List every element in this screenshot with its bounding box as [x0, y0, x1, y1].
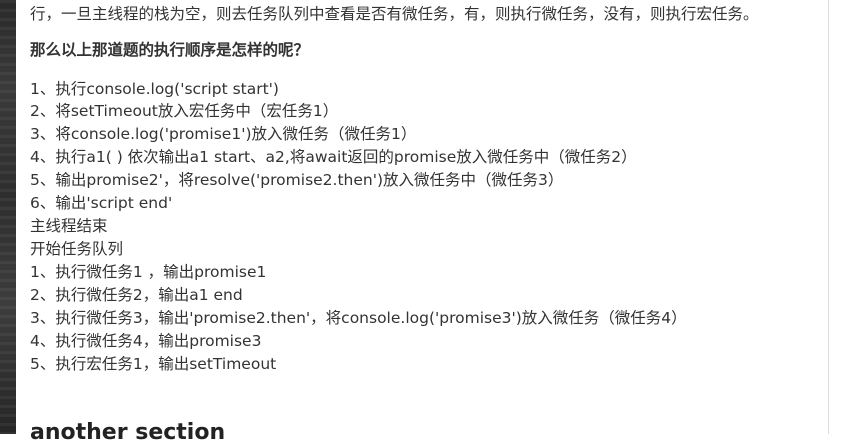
step-line: 主线程结束: [30, 217, 108, 235]
step-line: 6、输出'script end': [30, 194, 173, 212]
step-line: 1、执行微任务1 ，输出promise1: [30, 263, 267, 281]
step-line: 4、执行微任务4，输出promise3: [30, 332, 262, 350]
step-line: 3、执行微任务3，输出'promise2.then'，将console.log(…: [30, 309, 687, 327]
intro-paragraph: 行，一旦主线程的栈为空，则去任务队列中查看是否有微任务，有，则执行微任务，没有，…: [30, 5, 759, 23]
next-section-title: another section: [30, 420, 226, 445]
step-line: 开始任务队列: [30, 240, 124, 258]
content-right-border: [828, 0, 829, 434]
left-background-strip: [0, 0, 16, 434]
step-line: 2、将setTimeout放入宏任务中（宏任务1）: [30, 102, 339, 120]
step-line: 2、执行微任务2，输出a1 end: [30, 286, 243, 304]
step-line: 5、执行宏任务1，输出setTimeout: [30, 355, 277, 373]
step-line: 1、执行console.log('script start'): [30, 80, 279, 98]
step-line: 5、输出promise2'，将resolve('promise2.then')放…: [30, 171, 564, 189]
question-heading: 那么以上那道题的执行顺序是怎样的呢？: [30, 41, 310, 59]
article-content: 行，一旦主线程的栈为空，则去任务队列中查看是否有微任务，有，则执行微任务，没有，…: [30, 0, 820, 445]
step-line: 4、执行a1( ) 依次输出a1 start、a2,将await返回的promi…: [30, 148, 637, 166]
step-line: 3、将console.log('promise1')放入微任务（微任务1）: [30, 125, 417, 143]
